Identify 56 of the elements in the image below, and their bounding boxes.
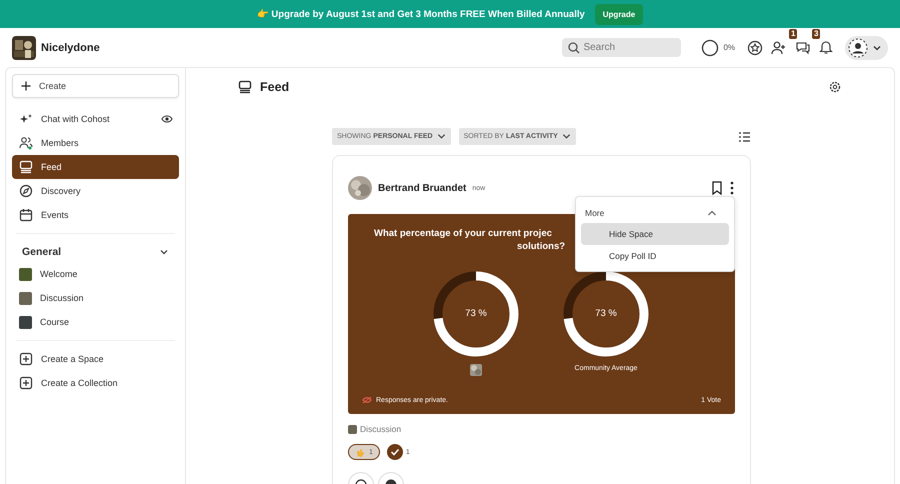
create-button[interactable]: Create — [12, 74, 179, 98]
nav-item[interactable]: Discovery — [12, 179, 179, 203]
nav-item[interactable]: Feed — [12, 155, 179, 179]
menu-item[interactable]: Hide Space — [581, 223, 729, 245]
create-link[interactable]: Create a Space — [12, 347, 179, 371]
message-count: 1 — [789, 29, 798, 39]
settings-icon[interactable] — [829, 81, 841, 93]
progress-ring — [701, 38, 720, 56]
list-view-icon[interactable] — [738, 130, 751, 142]
create-link[interactable]: Create a Collection — [12, 371, 179, 395]
nav-item[interactable]: Chat with Cohost — [12, 107, 179, 131]
space-item[interactable]: Course — [12, 310, 179, 334]
account-menu-button[interactable] — [845, 36, 888, 60]
nav-item[interactable]: Events — [12, 203, 179, 227]
space-item[interactable]: Discussion — [12, 286, 179, 310]
more-icon[interactable] — [729, 181, 735, 195]
page-title: Feed — [260, 80, 290, 94]
plus-square-icon — [19, 352, 33, 366]
avatar-icon — [848, 38, 868, 58]
chevron-up-icon[interactable] — [707, 209, 717, 217]
promo-text: 👉 Upgrade by August 1st and Get 3 Months FREE When Billed Annually — [256, 8, 585, 20]
star-badge-icon[interactable] — [747, 40, 763, 56]
check-icon — [386, 444, 403, 460]
plus-icon — [21, 81, 31, 91]
clap-icon — [355, 446, 366, 458]
percentage-value: 73 % — [464, 308, 488, 319]
notification-count: 3 — [812, 29, 820, 39]
author-name[interactable]: Bertrand Bruandet — [378, 182, 466, 194]
bookmark-icon[interactable] — [711, 181, 723, 195]
plus-square-icon — [19, 376, 33, 390]
menu-title: More — [585, 208, 604, 218]
community-name: Nicelydone — [41, 42, 100, 54]
eye-icon[interactable] — [161, 114, 173, 124]
chevron-down-icon — [562, 132, 571, 141]
feed-icon — [238, 80, 252, 94]
poll-question: What percentage of your current projec — [374, 228, 552, 239]
space-link[interactable]: Discussion — [360, 424, 402, 434]
feed-icon — [19, 160, 33, 174]
compass-icon — [19, 184, 33, 198]
search-icon — [568, 42, 580, 54]
progress-value: 0% — [723, 43, 735, 52]
hidden-eye-icon — [362, 396, 372, 404]
nav-item[interactable]: Members — [12, 131, 179, 155]
chevron-down-icon — [436, 132, 446, 141]
add-user-icon[interactable] — [771, 40, 787, 56]
percentage-value: 73 % — [594, 308, 618, 319]
bell-icon[interactable] — [818, 39, 834, 55]
space-thumbnail — [348, 424, 357, 434]
section-header[interactable]: General — [12, 240, 179, 262]
space-item[interactable]: Welcome — [12, 262, 179, 286]
search-field[interactable]: Search — [562, 38, 682, 57]
poll-question: solutions? — [517, 241, 566, 252]
chevron-down-icon — [159, 247, 169, 257]
upgrade-button[interactable]: Upgrade — [594, 4, 644, 24]
people-icon — [19, 136, 33, 150]
calendar-icon — [19, 208, 33, 222]
